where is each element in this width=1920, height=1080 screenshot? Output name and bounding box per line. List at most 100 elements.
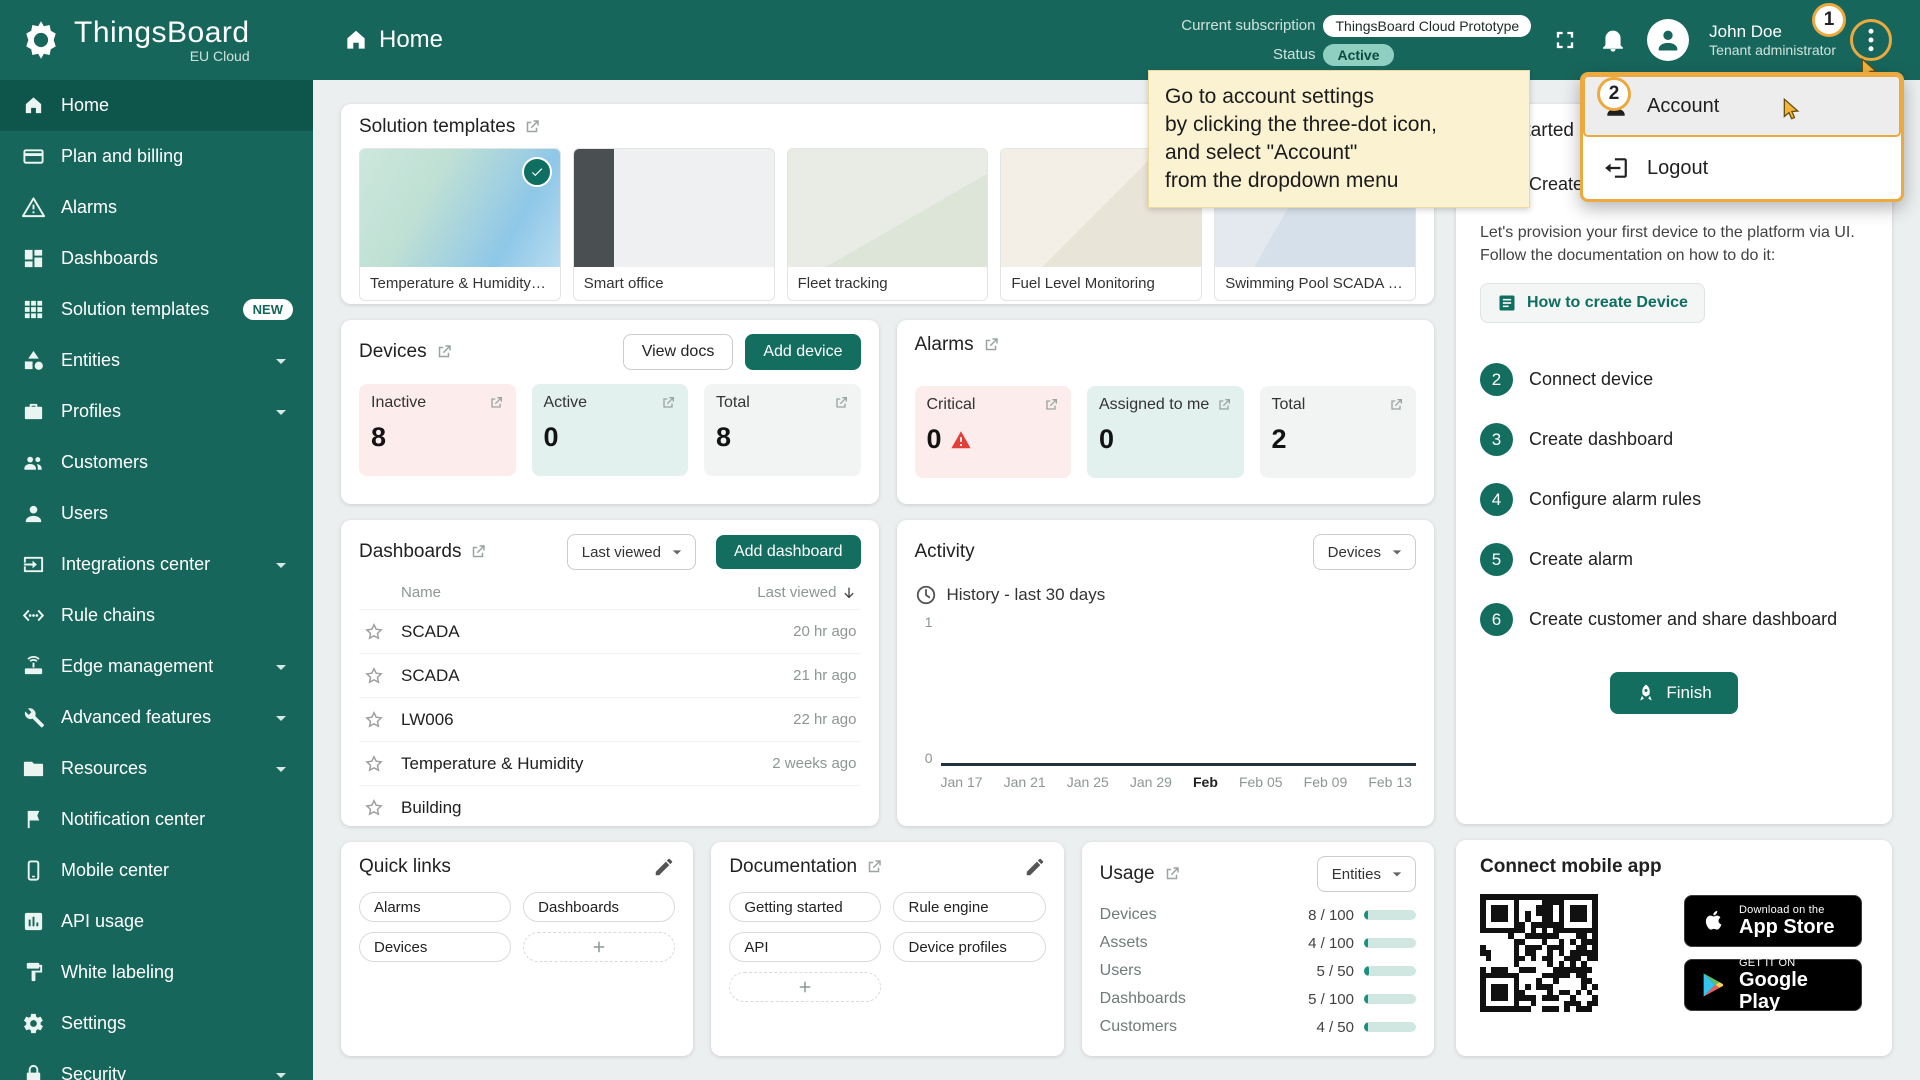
- get-started-step[interactable]: 5Create alarm: [1480, 543, 1868, 576]
- tile-value: 8: [716, 422, 731, 453]
- menu-item-account[interactable]: Account2: [1583, 75, 1901, 137]
- add-link-chip[interactable]: [523, 932, 675, 962]
- sidebar-item-plan-and-billing[interactable]: Plan and billing: [0, 131, 313, 182]
- store-badges: Download on the App Store GET IT ON Goog…: [1684, 895, 1862, 1011]
- annotation-step-2-badge: 2: [1597, 77, 1631, 111]
- get-started-step[interactable]: 6Create customer and share dashboard: [1480, 603, 1868, 636]
- sidebar-item-solution-templates[interactable]: Solution templatesNEW: [0, 284, 313, 335]
- add-device-button[interactable]: Add device: [745, 334, 860, 370]
- sidebar-item-settings[interactable]: Settings: [0, 998, 313, 1049]
- sidebar-item-label: Users: [61, 503, 108, 524]
- avatar[interactable]: [1647, 19, 1689, 61]
- y-tick: 0: [925, 750, 933, 766]
- link-chip-getting-started[interactable]: Getting started: [729, 892, 881, 922]
- open-in-new-icon[interactable]: [523, 118, 541, 136]
- more-vert-icon[interactable]: [1856, 25, 1886, 55]
- edit-pencil-icon[interactable]: [653, 856, 675, 878]
- open-in-new-icon[interactable]: [982, 336, 1000, 354]
- sidebar-item-api-usage[interactable]: API usage: [0, 896, 313, 947]
- solution-template-smart-office[interactable]: Smart office: [573, 148, 775, 301]
- dashboard-row[interactable]: Building: [359, 785, 861, 826]
- inactive-tile[interactable]: Inactive8: [359, 384, 516, 476]
- get-started-step[interactable]: 2Connect device: [1480, 363, 1868, 396]
- activity-chart: 10: [915, 614, 1417, 766]
- link-chip-device-profiles[interactable]: Device profiles: [893, 932, 1045, 962]
- usage-bar-fill: [1364, 966, 1369, 976]
- sidebar-item-mobile-center[interactable]: Mobile center: [0, 845, 313, 896]
- more-menu-button[interactable]: 1: [1856, 25, 1886, 55]
- active-tile[interactable]: Active0: [532, 384, 689, 476]
- link-chip-api[interactable]: API: [729, 932, 881, 962]
- star-icon[interactable]: [363, 797, 385, 819]
- star-icon[interactable]: [363, 753, 385, 775]
- menu-item-logout[interactable]: Logout: [1583, 137, 1901, 199]
- assigned-to-me-tile[interactable]: Assigned to me0: [1087, 386, 1244, 478]
- edit-pencil-icon[interactable]: [1024, 856, 1046, 878]
- star-icon[interactable]: [363, 709, 385, 731]
- star-icon[interactable]: [363, 621, 385, 643]
- column-last-viewed[interactable]: Last viewed: [757, 584, 856, 601]
- usage-filter-select[interactable]: Entities: [1317, 856, 1416, 892]
- view-docs-button[interactable]: View docs: [623, 334, 734, 370]
- fullscreen-icon[interactable]: [1551, 26, 1579, 54]
- star-icon[interactable]: [363, 665, 385, 687]
- google-play-badge[interactable]: GET IT ON Google Play: [1684, 959, 1862, 1011]
- add-link-chip[interactable]: [729, 972, 881, 1002]
- critical-tile[interactable]: Critical0: [915, 386, 1072, 478]
- dashboard-row[interactable]: SCADA20 hr ago: [359, 609, 861, 653]
- solution-template-fleet-tracking[interactable]: Fleet tracking: [787, 148, 989, 301]
- activity-entity-select[interactable]: Devices: [1313, 534, 1416, 570]
- solution-template-temperature-humidity-s[interactable]: Temperature & Humidity S...: [359, 148, 561, 301]
- sidebar-item-alarms[interactable]: Alarms: [0, 182, 313, 233]
- sidebar-item-label: Integrations center: [61, 554, 210, 575]
- sidebar-item-integrations-center[interactable]: Integrations center: [0, 539, 313, 590]
- step-label: Configure alarm rules: [1529, 489, 1701, 510]
- link-chip-alarms[interactable]: Alarms: [359, 892, 511, 922]
- sidebar-item-customers[interactable]: Customers: [0, 437, 313, 488]
- link-chip-devices[interactable]: Devices: [359, 932, 511, 962]
- dashboard-name[interactable]: LW006: [401, 710, 454, 730]
- open-in-new-icon[interactable]: [865, 858, 883, 876]
- dashboard-row[interactable]: LW00622 hr ago: [359, 697, 861, 741]
- dashboard-row[interactable]: SCADA21 hr ago: [359, 653, 861, 697]
- open-in-new-icon[interactable]: [435, 343, 453, 361]
- sidebar-item-label: Edge management: [61, 656, 213, 677]
- tile-value-row: 8: [371, 422, 504, 453]
- sidebar-item-notification-center[interactable]: Notification center: [0, 794, 313, 845]
- dashboards-filter-select[interactable]: Last viewed: [567, 534, 696, 570]
- sidebar-item-dashboards[interactable]: Dashboards: [0, 233, 313, 284]
- usage-row: Users5 / 50: [1100, 962, 1416, 980]
- dashboard-name[interactable]: Building: [401, 798, 462, 818]
- get-started-step[interactable]: 3Create dashboard: [1480, 423, 1868, 456]
- sidebar-item-profiles[interactable]: Profiles: [0, 386, 313, 437]
- sidebar-item-entities[interactable]: Entities: [0, 335, 313, 386]
- app-store-badge[interactable]: Download on the App Store: [1684, 895, 1862, 947]
- sidebar-item-resources[interactable]: Resources: [0, 743, 313, 794]
- link-chip-dashboards[interactable]: Dashboards: [523, 892, 675, 922]
- sidebar-item-security[interactable]: Security: [0, 1049, 313, 1080]
- dashboard-row[interactable]: Temperature & Humidity2 weeks ago: [359, 741, 861, 785]
- add-dashboard-button[interactable]: Add dashboard: [716, 535, 861, 569]
- subscription-badge[interactable]: ThingsBoard Cloud Prototype: [1323, 15, 1531, 37]
- open-in-new-icon[interactable]: [469, 543, 487, 561]
- sidebar-item-rule-chains[interactable]: Rule chains: [0, 590, 313, 641]
- dashboard-name[interactable]: Temperature & Humidity: [401, 754, 583, 774]
- sidebar-item-white-labeling[interactable]: White labeling: [0, 947, 313, 998]
- notifications-bell-icon[interactable]: [1599, 26, 1627, 54]
- finish-button[interactable]: Finish: [1610, 672, 1737, 714]
- tile-label: Total: [1272, 396, 1306, 414]
- sidebar-item-advanced-features[interactable]: Advanced features: [0, 692, 313, 743]
- sidebar-item-edge-management[interactable]: Edge management: [0, 641, 313, 692]
- sidebar-item-home[interactable]: Home: [0, 80, 313, 131]
- how-to-create-device-button[interactable]: How to create Device: [1480, 283, 1705, 323]
- total-tile[interactable]: Total2: [1260, 386, 1417, 478]
- link-chip-rule-engine[interactable]: Rule engine: [893, 892, 1045, 922]
- dashboard-name[interactable]: SCADA: [401, 622, 460, 642]
- total-tile[interactable]: Total8: [704, 384, 861, 476]
- dashboard-name[interactable]: SCADA: [401, 666, 460, 686]
- get-started-step[interactable]: 4Configure alarm rules: [1480, 483, 1868, 516]
- profiles-icon: [22, 400, 45, 423]
- open-in-new-icon[interactable]: [1163, 865, 1181, 883]
- documentation-card: Documentation Getting startedRule engine…: [711, 842, 1063, 1056]
- sidebar-item-users[interactable]: Users: [0, 488, 313, 539]
